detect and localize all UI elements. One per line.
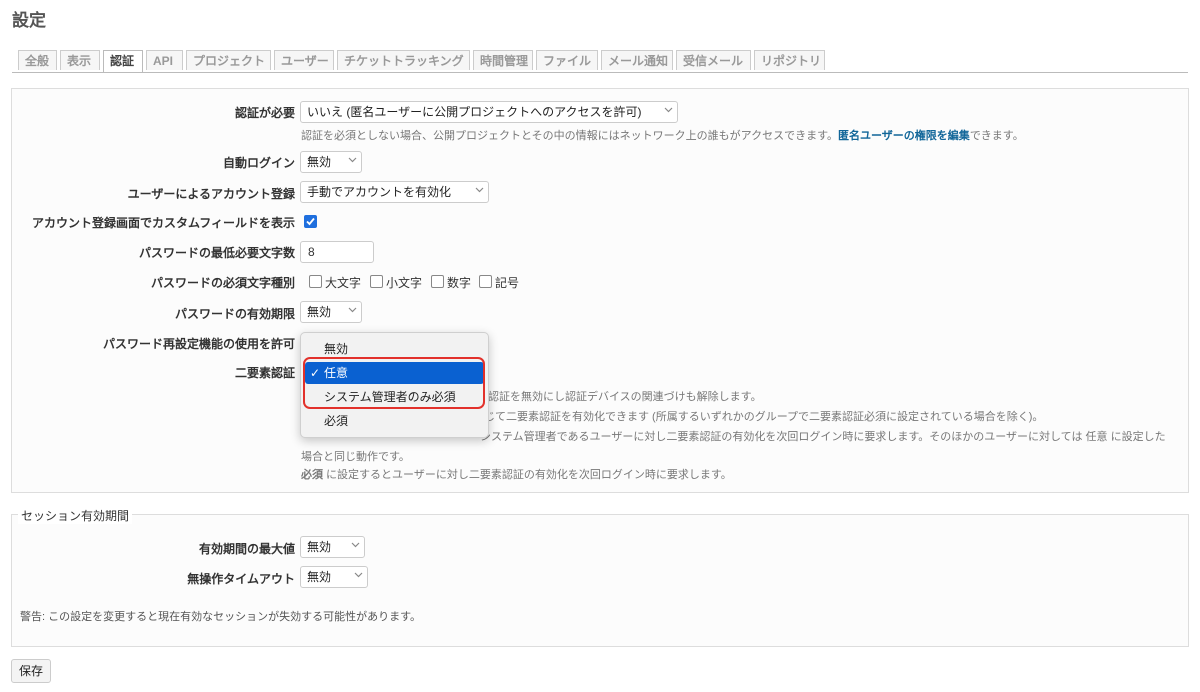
digits-label: 数字 (447, 276, 472, 290)
tab-email-notifications[interactable]: メール通知 (601, 50, 673, 70)
custom-fields-checkbox[interactable] (304, 215, 317, 228)
login-required-hint: 認証を必須としない場合、公開プロジェクトとその中の情報にはネットワーク上の誰もが… (301, 127, 1024, 143)
twofa-option-disabled[interactable]: 無効 (301, 338, 488, 360)
tab-projects[interactable]: プロジェクト (186, 50, 271, 70)
password-required-chars-label: パスワードの必須文字種別 (150, 276, 295, 290)
login-required-hint-suffix: できます。 (969, 130, 1024, 142)
settings-tabs: 全般 表示 認証 API プロジェクト ユーザー チケットトラッキング 時間管理… (12, 50, 1188, 73)
symbols-label: 記号 (495, 276, 520, 290)
self-registration-select[interactable]: 手動でアカウントを有効化 (300, 181, 489, 203)
chevron-down-icon (351, 540, 360, 548)
password-min-length-input[interactable]: 8 (300, 241, 374, 263)
checkmark-icon: ✓ (310, 366, 321, 380)
chevron-down-icon (354, 570, 363, 578)
save-button[interactable]: 保存 (11, 659, 52, 683)
twofa-hint-required: 必須 に設定するとユーザーに対し二要素認証の有効化を次回ログイン時に要求します。 (301, 466, 732, 482)
lowercase-checkbox[interactable] (370, 275, 383, 288)
twofa-dropdown-menu: 無効 ✓ 任意 システム管理者のみ必須 必須 (300, 332, 489, 438)
password-expiration-value: 無効 (307, 305, 332, 319)
twofa-hint-required-bold: 必須 (301, 469, 323, 481)
checkmark-icon (306, 217, 315, 226)
session-lifetime-legend: セッション有効期間 (18, 507, 133, 524)
self-registration-label: ユーザーによるアカウント登録 (127, 187, 295, 201)
tab-time-tracking[interactable]: 時間管理 (473, 50, 533, 70)
twofa-option-admin-required[interactable]: システム管理者のみ必須 (301, 386, 488, 408)
self-registration-value: 手動でアカウントを有効化 (307, 185, 452, 199)
twofa-hint-admin-required: システム管理者であるユーザーに対し二要素認証の有効化を次回ログイン時に要求します… (480, 431, 1166, 443)
autologin-label: 自動ログイン (222, 156, 295, 170)
lowercase-label: 小文字 (386, 276, 423, 290)
session-timeout-select[interactable]: 無効 (300, 566, 368, 588)
twofa-hint-optional: じて二要素認証を有効化できます (所属するいずれかのグループで二要素認証必須に設… (484, 411, 1044, 423)
login-required-value: いいえ (匿名ユーザーに公開プロジェクトへのアクセスを許可) (307, 105, 642, 119)
twofa-option-required[interactable]: 必須 (301, 410, 488, 432)
symbols-checkbox[interactable] (479, 275, 492, 288)
custom-fields-label: アカウント登録画面でカスタムフィールドを表示 (31, 216, 295, 230)
password-min-length-label: パスワードの最低必要文字数 (138, 246, 295, 260)
session-max-age-select[interactable]: 無効 (300, 536, 365, 558)
tab-incoming-email[interactable]: 受信メール (676, 50, 751, 70)
chevron-down-icon (348, 155, 357, 163)
login-required-hint-text: 認証を必須としない場合、公開プロジェクトとその中の情報にはネットワーク上の誰もが… (301, 130, 839, 142)
autologin-select[interactable]: 無効 (300, 151, 362, 173)
tab-issue-tracking[interactable]: チケットトラッキング (337, 50, 470, 70)
session-max-age-label: 有効期間の最大値 (198, 542, 295, 556)
tab-files[interactable]: ファイル (536, 50, 598, 70)
login-required-select[interactable]: いいえ (匿名ユーザーに公開プロジェクトへのアクセスを許可) (300, 101, 678, 123)
chevron-down-icon (664, 105, 673, 113)
page-title: 設定 (12, 11, 46, 30)
tab-api[interactable]: API (146, 50, 183, 70)
tab-display[interactable]: 表示 (60, 50, 100, 70)
anonymous-permissions-link[interactable]: 匿名ユーザーの権限を編集 (838, 130, 970, 142)
tab-repositories[interactable]: リポジトリ (754, 50, 825, 70)
uppercase-label: 大文字 (325, 276, 362, 290)
twofa-option-optional[interactable]: ✓ 任意 (305, 362, 484, 384)
twofa-hint-disabled: 認証を無効にし認証デバイスの関連づけも解除します。 (488, 391, 762, 403)
twofa-option-optional-label: 任意 (324, 366, 349, 380)
password-expiration-label: パスワードの有効期限 (174, 307, 295, 321)
session-timeout-label: 無操作タイムアウト (187, 572, 295, 586)
login-required-label: 認証が必要 (234, 106, 295, 120)
uppercase-checkbox[interactable] (309, 275, 322, 288)
session-timeout-value: 無効 (307, 570, 332, 584)
session-warning: 警告: この設定を変更すると現在有効なセッションが失効する可能性があります。 (20, 611, 422, 623)
chevron-down-icon (475, 185, 484, 193)
twofa-hint-admin-required-cont: 場合と同じ動作です。 (301, 451, 410, 463)
chevron-down-icon (348, 305, 357, 313)
password-expiration-select[interactable]: 無効 (300, 301, 362, 323)
tab-authentication[interactable]: 認証 (103, 50, 143, 72)
digits-checkbox[interactable] (431, 275, 444, 288)
lost-password-label: パスワード再設定機能の使用を許可 (102, 337, 295, 351)
tab-general[interactable]: 全般 (18, 50, 57, 70)
twofa-hint-required-text: に設定するとユーザーに対し二要素認証の有効化を次回ログイン時に要求します。 (323, 469, 732, 481)
twofa-label: 二要素認証 (234, 366, 295, 380)
autologin-value: 無効 (307, 155, 332, 169)
session-max-age-value: 無効 (307, 540, 332, 554)
tab-users[interactable]: ユーザー (274, 50, 334, 70)
